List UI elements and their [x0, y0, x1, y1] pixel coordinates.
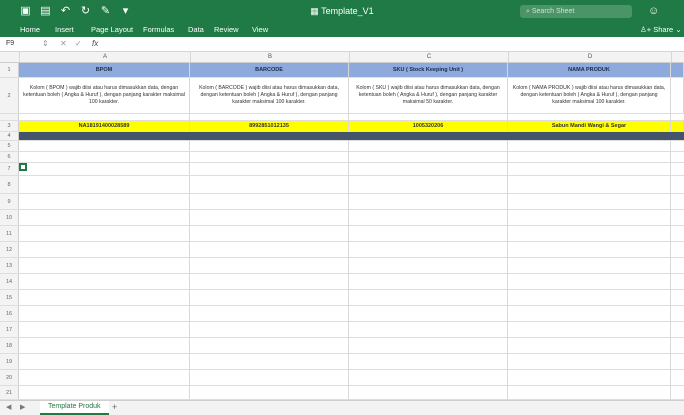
- cell-c1[interactable]: SKU ( Stock Keeping Unit ): [349, 63, 508, 77]
- fx-icon[interactable]: fx: [92, 39, 98, 48]
- cell-d2[interactable]: Kolom ( NAMA PRODUK ) wajib diisi atau h…: [508, 78, 671, 113]
- table-row: 20: [0, 370, 684, 386]
- column-header-c[interactable]: C: [349, 52, 508, 62]
- tab-formulas[interactable]: Formulas: [143, 25, 174, 34]
- share-label: Share: [653, 25, 674, 34]
- table-row: 13: [0, 258, 684, 274]
- chevron-down-icon: ⌄: [675, 25, 682, 34]
- search-icon: ⌕: [526, 8, 530, 15]
- tab-page-layout[interactable]: Page Layout: [91, 25, 133, 34]
- row-header[interactable]: 18: [0, 338, 19, 353]
- table-row: 18: [0, 338, 684, 354]
- cell-a4[interactable]: [19, 132, 684, 140]
- row-header[interactable]: 20: [0, 370, 19, 385]
- next-sheet-icon[interactable]: ▶: [20, 403, 25, 411]
- table-row: 4: [0, 132, 684, 141]
- formula-bar: F9 ⇕ ✕ ✓ fx: [0, 37, 684, 52]
- active-cell-indicator: [19, 163, 27, 171]
- document-name: Template_V1: [321, 6, 374, 16]
- row-header[interactable]: 14: [0, 274, 19, 289]
- search-sheet[interactable]: ⌕ Search Sheet: [520, 5, 632, 18]
- search-placeholder: Search Sheet: [531, 8, 575, 15]
- table-row: 3 NA18191400028589 8992851012135 1005320…: [0, 121, 684, 132]
- row-header[interactable]: 17: [0, 322, 19, 337]
- ribbon-tabs: Home Insert Page Layout Formulas Data Re…: [0, 24, 684, 37]
- row-header[interactable]: 19: [0, 354, 19, 369]
- cell-c2[interactable]: Kolom ( SKU ) wajib diisi atau harus dim…: [349, 78, 508, 113]
- tab-data[interactable]: Data: [188, 25, 204, 34]
- row-header[interactable]: 16: [0, 306, 19, 321]
- cell-e1[interactable]: [671, 63, 684, 77]
- share-button[interactable]: ♙+ Share ⌄: [640, 25, 682, 34]
- cell-d1[interactable]: NAMA PRODUK: [508, 63, 671, 77]
- row-header[interactable]: 2: [0, 78, 19, 113]
- file-icon: ▦: [310, 6, 319, 16]
- row-header[interactable]: 8: [0, 176, 19, 193]
- table-row: 21: [0, 386, 684, 400]
- cell-a2[interactable]: Kolom ( BPOM ) wajib diisi atau harus di…: [19, 78, 190, 113]
- row-header[interactable]: 9: [0, 194, 19, 209]
- row-header[interactable]: [0, 114, 19, 120]
- row-header[interactable]: 10: [0, 210, 19, 225]
- table-row: 1 BPOM BARCODE SKU ( Stock Keeping Unit …: [0, 63, 684, 78]
- name-box[interactable]: F9: [6, 40, 14, 47]
- table-row: 12: [0, 242, 684, 258]
- row-header[interactable]: 12: [0, 242, 19, 257]
- table-row: 15: [0, 290, 684, 306]
- table-row: 16: [0, 306, 684, 322]
- row-header[interactable]: 6: [0, 152, 19, 162]
- cell-b1[interactable]: BARCODE: [190, 63, 349, 77]
- title-bar: ▣ ▤ ↶ ↻ ✎ ▾ ▦ Template_V1 ⌕ Search Sheet…: [0, 0, 684, 24]
- table-row: 9: [0, 194, 684, 210]
- row-header[interactable]: 3: [0, 121, 19, 131]
- column-headers: A B C D: [0, 52, 684, 63]
- table-row: 19: [0, 354, 684, 370]
- table-row: 10: [0, 210, 684, 226]
- row-header[interactable]: 13: [0, 258, 19, 273]
- table-row: 11: [0, 226, 684, 242]
- add-person-icon: ♙+: [640, 25, 652, 34]
- column-header-a[interactable]: A: [19, 52, 190, 62]
- cell-a1[interactable]: BPOM: [19, 63, 190, 77]
- stepper-icon[interactable]: ⇕: [42, 39, 49, 48]
- row-header[interactable]: 5: [0, 141, 19, 151]
- cell-c3[interactable]: 1005320206: [349, 121, 508, 131]
- tab-insert[interactable]: Insert: [55, 25, 74, 34]
- tab-home[interactable]: Home: [20, 25, 40, 34]
- table-row: 7: [0, 163, 684, 176]
- table-row: 6: [0, 152, 684, 163]
- confirm-icon[interactable]: ✓: [75, 39, 82, 48]
- prev-sheet-icon[interactable]: ◀: [6, 403, 11, 411]
- cell-a3[interactable]: NA18191400028589: [19, 121, 190, 131]
- cell-e3[interactable]: [671, 121, 684, 131]
- row-header[interactable]: 1: [0, 63, 19, 77]
- column-header-d[interactable]: D: [508, 52, 671, 62]
- row-header[interactable]: 7: [0, 163, 19, 175]
- sheet-grid[interactable]: 1 BPOM BARCODE SKU ( Stock Keeping Unit …: [0, 63, 684, 400]
- cell-b2[interactable]: Kolom ( BARCODE ) wajib diisi atau harus…: [190, 78, 349, 113]
- table-row: 5: [0, 141, 684, 152]
- sheet-tab-bar: ◀ ▶ Template Produk +: [0, 400, 684, 415]
- cell-d3[interactable]: Sabun Mandi Wangi & Segar: [508, 121, 671, 131]
- select-all-corner[interactable]: [0, 52, 18, 62]
- table-row: 17: [0, 322, 684, 338]
- sheet-tab-template-produk[interactable]: Template Produk: [40, 401, 109, 415]
- add-sheet-button[interactable]: +: [112, 402, 117, 412]
- cell-e2[interactable]: [671, 78, 684, 113]
- tab-view[interactable]: View: [252, 25, 268, 34]
- column-header-b[interactable]: B: [190, 52, 349, 62]
- row-header[interactable]: 21: [0, 386, 19, 399]
- tab-review[interactable]: Review: [214, 25, 239, 34]
- smiley-icon[interactable]: ☺: [648, 5, 659, 17]
- row-header[interactable]: 11: [0, 226, 19, 241]
- cell-b3[interactable]: 8992851012135: [190, 121, 349, 131]
- table-row: [0, 114, 684, 121]
- column-header-e[interactable]: [671, 52, 684, 62]
- cancel-icon[interactable]: ✕: [60, 39, 67, 48]
- row-header[interactable]: 4: [0, 132, 19, 140]
- table-row: 8: [0, 176, 684, 194]
- row-header[interactable]: 15: [0, 290, 19, 305]
- table-row: 2 Kolom ( BPOM ) wajib diisi atau harus …: [0, 78, 684, 114]
- table-row: 14: [0, 274, 684, 290]
